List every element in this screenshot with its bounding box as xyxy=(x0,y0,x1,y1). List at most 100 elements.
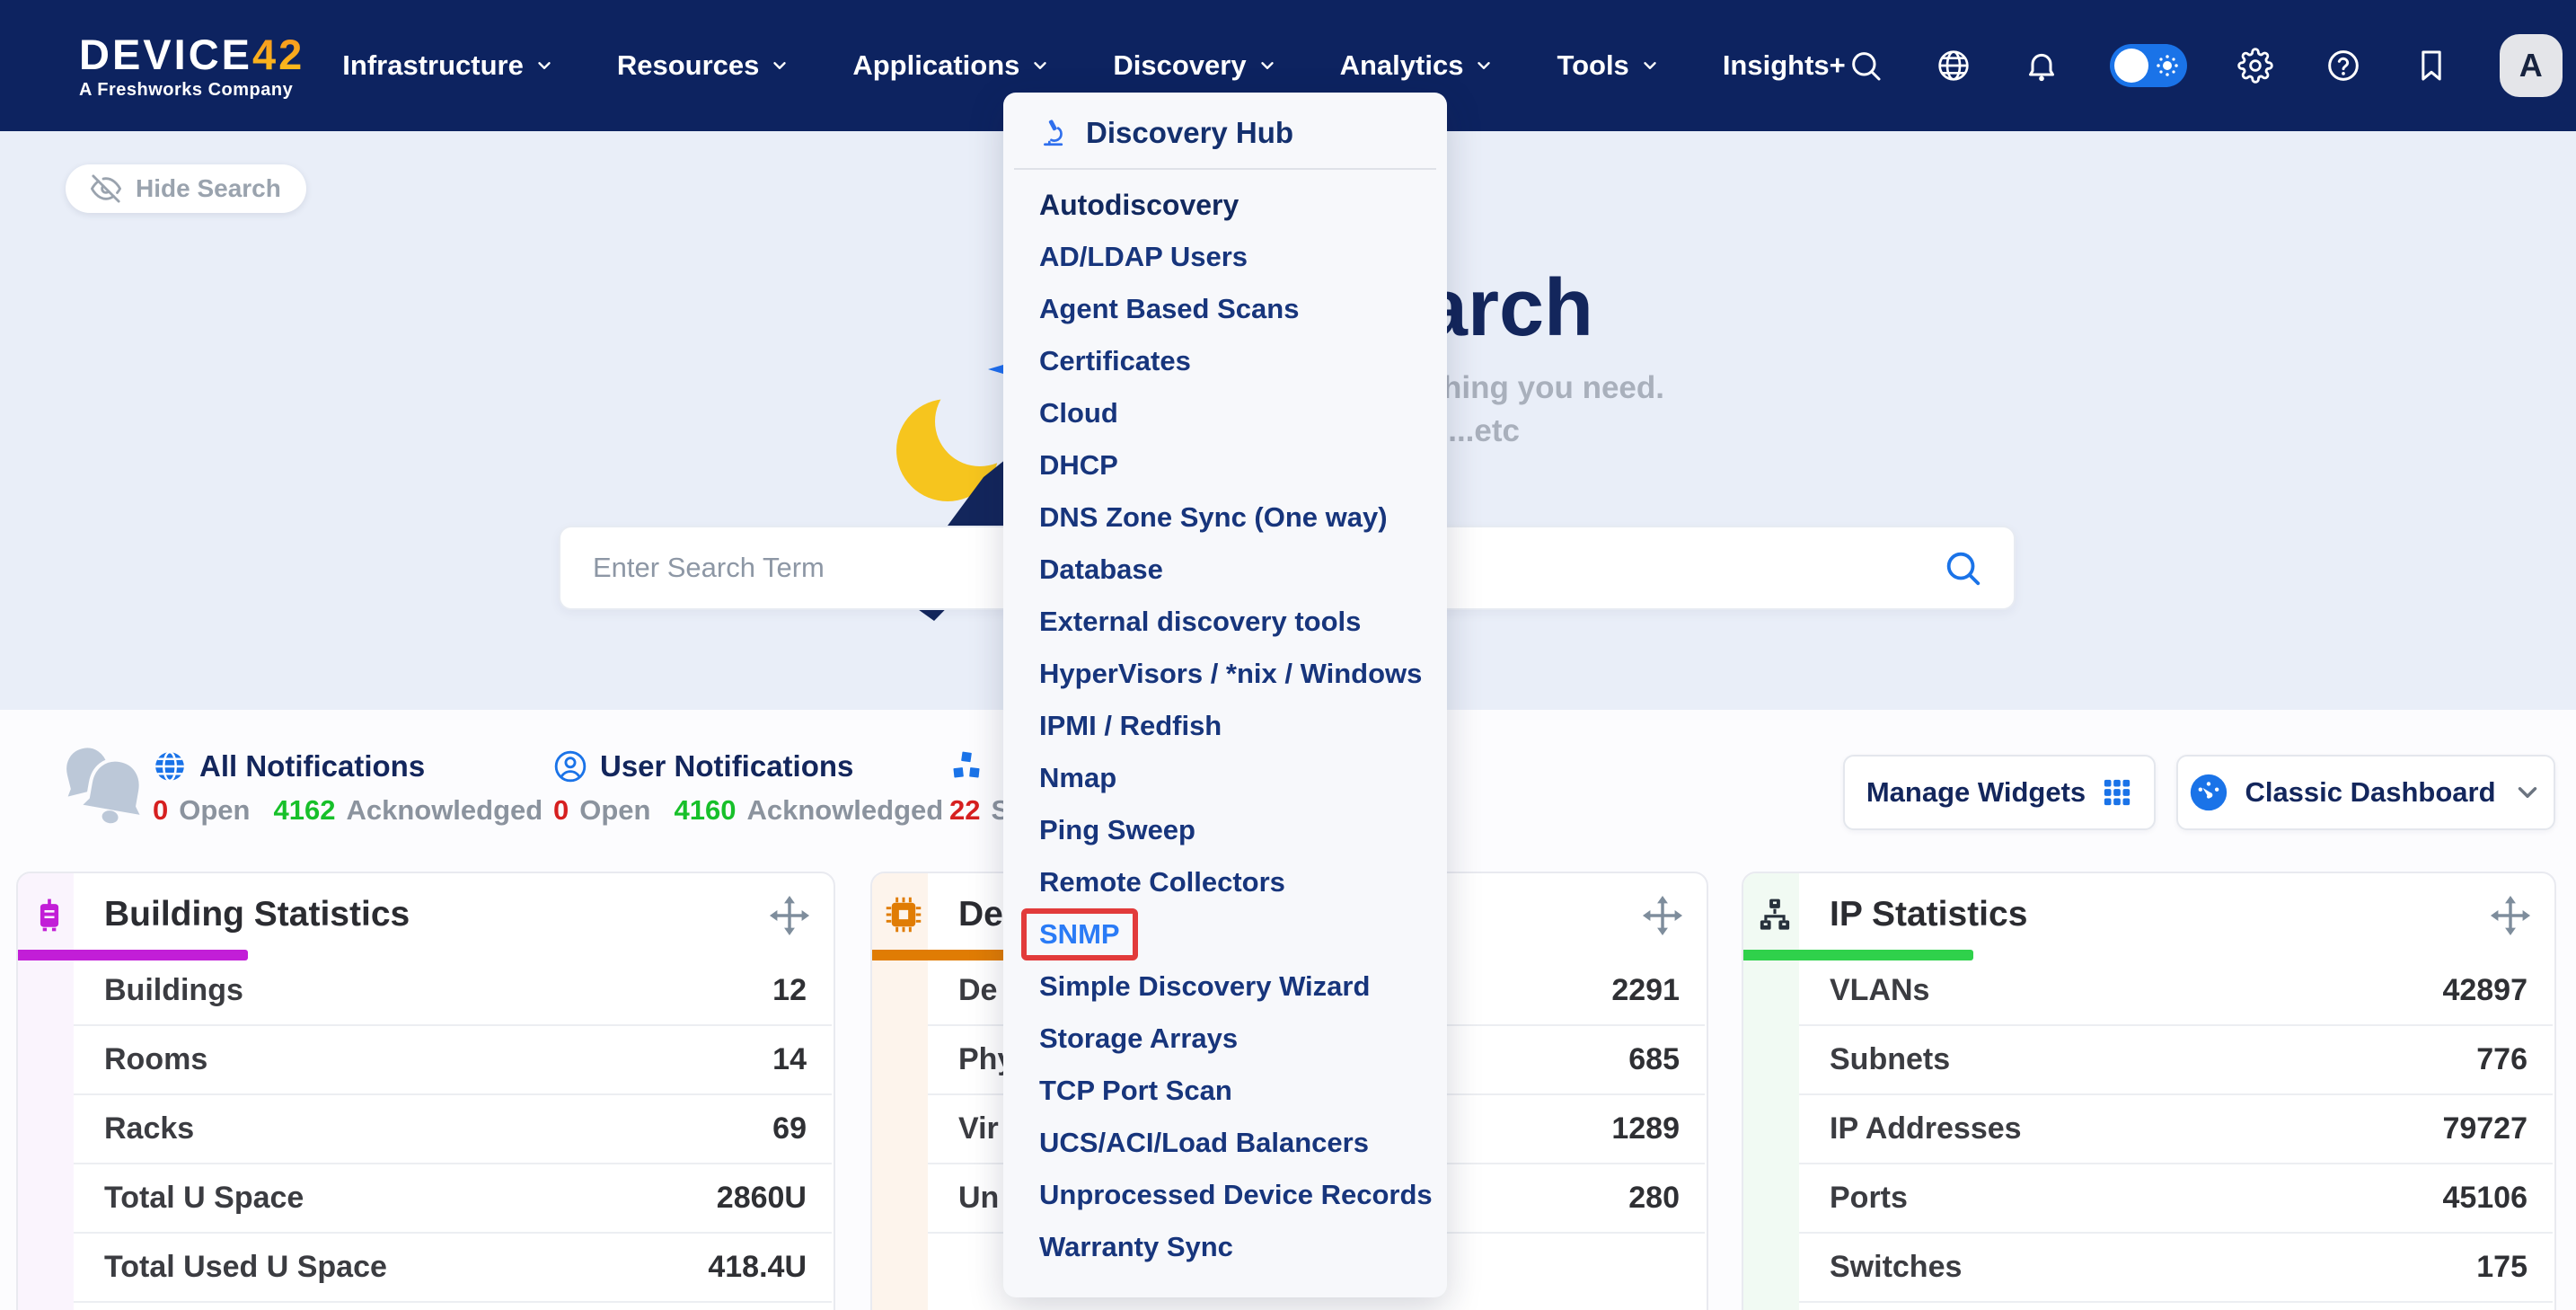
manage-widgets-button[interactable]: Manage Widgets xyxy=(1843,755,2156,830)
menu-item-discovery-hub[interactable]: Discovery Hub xyxy=(1003,93,1447,150)
sun-icon xyxy=(2154,52,2181,79)
stat-row[interactable]: Subnets776 xyxy=(1743,1026,2554,1093)
bookmark-icon[interactable] xyxy=(2412,46,2451,85)
search-icon[interactable] xyxy=(1942,547,1983,589)
all-notifications-stats: 0 Open 4162 Acknowledged xyxy=(153,794,543,827)
user-circle-icon xyxy=(553,749,587,783)
user-notifications-stats: 0 Open 4160 Acknowledged xyxy=(553,794,943,827)
chevron-down-icon xyxy=(1474,56,1494,75)
stat-row[interactable]: Buildings12 xyxy=(18,957,834,1024)
theme-toggle[interactable] xyxy=(2110,44,2187,87)
snmp-highlight-box[interactable]: SNMP xyxy=(1021,908,1138,960)
cpu-icon xyxy=(884,895,923,934)
user-notifications-group[interactable]: User Notifications 0 Open 4160 Acknowled… xyxy=(553,710,943,827)
menu-item-ping-sweep[interactable]: Ping Sweep xyxy=(1003,804,1447,856)
menu-item-unprocessed-device-records[interactable]: Unprocessed Device Records xyxy=(1003,1169,1447,1221)
widget-rows: VLANs42897 Subnets776 IP Addresses79727 … xyxy=(1743,957,2554,1303)
menu-resources[interactable]: Resources xyxy=(617,49,790,82)
stat-row[interactable]: IP Addresses79727 xyxy=(1743,1095,2554,1163)
widget-title-fragment: De xyxy=(958,895,1003,934)
menu-tools[interactable]: Tools xyxy=(1557,49,1659,82)
move-handle-icon[interactable] xyxy=(1642,895,1683,936)
help-icon[interactable] xyxy=(2324,46,2363,85)
stat-row[interactable]: Rooms14 xyxy=(18,1026,834,1093)
menu-item-storage-arrays[interactable]: Storage Arrays xyxy=(1003,1013,1447,1065)
logo-tagline: A Freshworks Company xyxy=(79,81,304,99)
stat-row[interactable]: Total Used U Space418.4U xyxy=(18,1234,834,1301)
move-handle-icon[interactable] xyxy=(2490,895,2531,936)
widget-rows: Buildings12 Rooms14 Racks69 Total U Spac… xyxy=(18,957,834,1303)
menu-section-autodiscovery: Autodiscovery xyxy=(1003,179,1447,231)
menu-item-ucs-aci-load-balancers[interactable]: UCS/ACI/Load Balancers xyxy=(1003,1117,1447,1169)
search-subtitle-fragment-1: thing you need. xyxy=(1432,370,1664,406)
chevron-down-icon xyxy=(534,56,554,75)
stat-row[interactable]: Racks69 xyxy=(18,1095,834,1163)
classic-dashboard-selector[interactable]: Classic Dashboard xyxy=(2176,755,2555,830)
discovery-dropdown-menu: Discovery Hub Autodiscovery AD/LDAP User… xyxy=(1003,93,1447,1297)
globe-filled-icon xyxy=(153,749,187,783)
user-notifications-title: User Notifications xyxy=(600,749,853,783)
notifications-bell-icon xyxy=(50,730,158,845)
widget-title: Building Statistics xyxy=(104,895,410,934)
menu-item-ipmi-redfish[interactable]: IPMI / Redfish xyxy=(1003,700,1447,752)
building-icon xyxy=(30,895,69,934)
device42-dashboard: DEVICE42 A Freshworks Company Infrastruc… xyxy=(0,0,2576,1310)
grid-icon xyxy=(2102,777,2132,808)
menu-item-snmp[interactable]: SNMP xyxy=(1003,908,1447,960)
gauge-icon xyxy=(2189,773,2228,812)
autodiscovery-menu-list: Autodiscovery AD/LDAP Users Agent Based … xyxy=(1003,179,1447,1273)
microscope-icon xyxy=(1039,118,1070,148)
menu-item-ad-ldap-users[interactable]: AD/LDAP Users xyxy=(1003,231,1447,283)
menu-item-agent-based-scans[interactable]: Agent Based Scans xyxy=(1003,283,1447,335)
device42-logo[interactable]: DEVICE42 A Freshworks Company xyxy=(79,33,304,99)
logo-brand-accent: 42 xyxy=(252,31,304,78)
bell-icon[interactable] xyxy=(2022,46,2061,85)
third-notifications-group[interactable]: 22 S xyxy=(949,710,1010,827)
hide-search-label: Hide Search xyxy=(136,174,281,203)
avatar[interactable]: A xyxy=(2500,34,2563,97)
network-icon xyxy=(1755,895,1795,934)
menu-item-warranty-sync[interactable]: Warranty Sync xyxy=(1003,1221,1447,1273)
menu-item-database[interactable]: Database xyxy=(1003,544,1447,596)
stat-row[interactable]: Total U Space2860U xyxy=(18,1164,834,1232)
third-notifications-stats: 22 S xyxy=(949,794,1010,827)
menu-insights[interactable]: Insights+ xyxy=(1723,49,1846,82)
move-handle-icon[interactable] xyxy=(769,895,810,936)
menu-analytics[interactable]: Analytics xyxy=(1340,49,1495,82)
chevron-down-icon xyxy=(1257,56,1277,75)
widget-ip-statistics: IP Statistics VLANs42897 Subnets776 IP A… xyxy=(1742,872,2556,1310)
all-notifications-group[interactable]: All Notifications 0 Open 4162 Acknowledg… xyxy=(153,710,543,827)
gear-icon[interactable] xyxy=(2236,46,2275,85)
toggle-knob xyxy=(2114,49,2148,83)
menu-discovery[interactable]: Discovery xyxy=(1113,49,1276,82)
global-search-heading-fragment: arch xyxy=(1423,262,1593,355)
menu-item-cloud[interactable]: Cloud xyxy=(1003,387,1447,439)
main-menu: Infrastructure Resources Applications Di… xyxy=(342,49,1845,82)
widget-building-statistics: Building Statistics Buildings12 Rooms14 … xyxy=(16,872,835,1310)
menu-item-tcp-port-scan[interactable]: TCP Port Scan xyxy=(1003,1065,1447,1117)
menu-item-remote-collectors[interactable]: Remote Collectors xyxy=(1003,856,1447,908)
menu-item-dns-zone-sync[interactable]: DNS Zone Sync (One way) xyxy=(1003,491,1447,544)
all-notifications-title: All Notifications xyxy=(199,749,425,783)
chevron-down-icon xyxy=(770,56,790,75)
menu-infrastructure[interactable]: Infrastructure xyxy=(342,49,554,82)
menu-applications[interactable]: Applications xyxy=(852,49,1050,82)
menu-item-nmap[interactable]: Nmap xyxy=(1003,752,1447,804)
stat-row[interactable]: VLANs42897 xyxy=(1743,957,2554,1024)
menu-item-external-discovery-tools[interactable]: External discovery tools xyxy=(1003,596,1447,648)
widget-title: IP Statistics xyxy=(1830,895,2027,934)
menu-item-simple-discovery-wizard[interactable]: Simple Discovery Wizard xyxy=(1003,960,1447,1013)
stat-row[interactable]: Switches175 xyxy=(1743,1234,2554,1301)
search-icon[interactable] xyxy=(1846,46,1885,85)
eye-off-icon xyxy=(91,173,121,204)
menu-divider xyxy=(1014,168,1436,170)
menu-item-certificates[interactable]: Certificates xyxy=(1003,335,1447,387)
stat-row[interactable]: Ports45106 xyxy=(1743,1164,2554,1232)
menu-item-hypervisors-nix-windows[interactable]: HyperVisors / *nix / Windows xyxy=(1003,648,1447,700)
cubes-icon xyxy=(949,749,984,783)
chevron-down-icon xyxy=(1640,56,1660,75)
navbar-actions: A xyxy=(1846,34,2563,97)
menu-item-dhcp[interactable]: DHCP xyxy=(1003,439,1447,491)
hide-search-button[interactable]: Hide Search xyxy=(66,164,306,213)
globe-icon[interactable] xyxy=(1934,46,1973,85)
